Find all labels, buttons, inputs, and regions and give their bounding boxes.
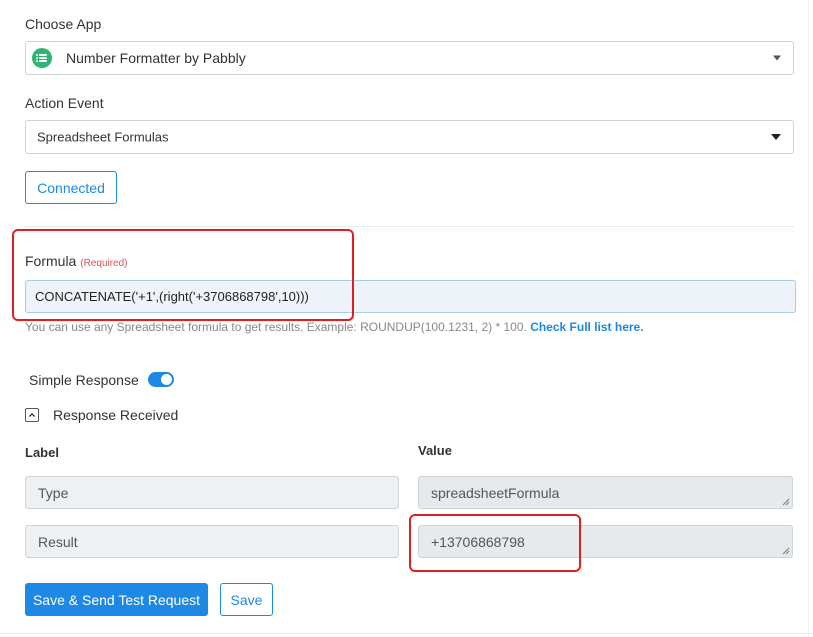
response-label-result: Result: [25, 525, 399, 558]
collapse-chevron-up-icon[interactable]: [25, 408, 39, 422]
response-value-type: spreadsheetFormula: [418, 476, 793, 509]
response-received-label: Response Received: [53, 407, 179, 423]
choose-app-label: Choose App: [25, 16, 102, 32]
response-value-result: +13706868798: [418, 525, 793, 558]
simple-response-label: Simple Response: [29, 372, 139, 388]
value-column-header: Value: [418, 443, 452, 458]
caret-down-icon: [771, 134, 781, 140]
number-formatter-icon: [32, 48, 52, 68]
section-divider: [25, 226, 794, 227]
simple-response-toggle[interactable]: [148, 372, 174, 387]
formula-help: You can use any Spreadsheet formula to g…: [25, 320, 644, 334]
resize-grip-icon[interactable]: [782, 547, 790, 555]
choose-app-select[interactable]: Number Formatter by Pabbly: [25, 41, 794, 75]
choose-app-value: Number Formatter by Pabbly: [66, 50, 246, 66]
formula-help-text: You can use any Spreadsheet formula to g…: [25, 320, 527, 334]
response-label-type: Type: [25, 476, 399, 509]
chevron-down-icon: [773, 55, 781, 61]
action-event-label: Action Event: [25, 95, 104, 111]
bottom-border: [0, 633, 813, 634]
required-tag: (Required): [80, 258, 128, 269]
save-button[interactable]: Save: [220, 583, 273, 616]
resize-grip-icon[interactable]: [782, 498, 790, 506]
save-send-test-request-button[interactable]: Save & Send Test Request: [25, 583, 208, 616]
response-value-type-text: spreadsheetFormula: [431, 484, 560, 501]
action-event-value: Spreadsheet Formulas: [37, 129, 169, 145]
right-border: [808, 0, 809, 637]
formula-input[interactable]: CONCATENATE('+1',(right('+3706868798',10…: [25, 280, 796, 313]
toggle-knob: [161, 374, 172, 385]
check-full-list-link[interactable]: Check Full list here.: [530, 320, 643, 334]
formula-label-text: Formula: [25, 253, 77, 269]
action-event-select[interactable]: Spreadsheet Formulas: [25, 120, 794, 154]
formula-label: Formula (Required): [25, 253, 128, 269]
connected-button[interactable]: Connected: [25, 171, 117, 204]
response-value-result-text: +13706868798: [431, 533, 525, 550]
label-column-header: Label: [25, 445, 59, 460]
